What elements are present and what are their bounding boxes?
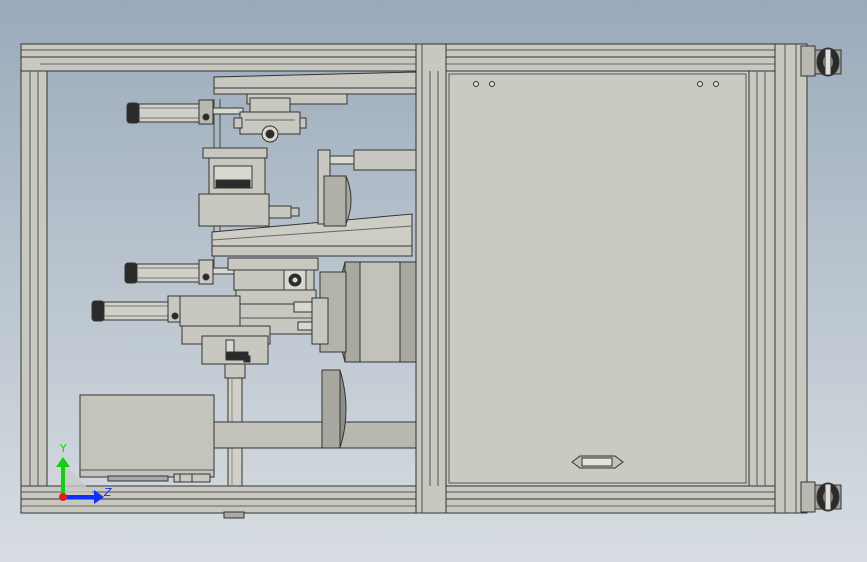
upper-slide-block [233, 97, 307, 143]
frame-left-post [20, 70, 48, 487]
panel-bolt-hole [713, 81, 719, 87]
panel-bolt-hole [697, 81, 703, 87]
caster-bottom [800, 481, 842, 513]
triad-z-label: Z [104, 486, 112, 499]
motor-box [79, 394, 215, 483]
frame-middle-post [415, 43, 447, 514]
panel-plate [445, 70, 750, 487]
cylinder-top[interactable] [126, 99, 244, 125]
mid-block [198, 147, 300, 227]
triad-y-label: Y [60, 442, 67, 455]
access-panel[interactable] [445, 70, 750, 487]
cylinder-mid[interactable] [124, 259, 242, 285]
caster-top [800, 45, 842, 77]
assembly-drawing[interactable] [0, 0, 867, 562]
frame-right-post [748, 70, 776, 487]
cad-viewport[interactable]: Y Z [0, 0, 867, 562]
horizontal-shaft [211, 369, 417, 449]
central-drum [319, 261, 417, 363]
panel-bolt-hole [489, 81, 495, 87]
triad-x-axis [59, 493, 67, 501]
triad-z-axis [63, 495, 95, 499]
panel-bolt-hole [473, 81, 479, 87]
